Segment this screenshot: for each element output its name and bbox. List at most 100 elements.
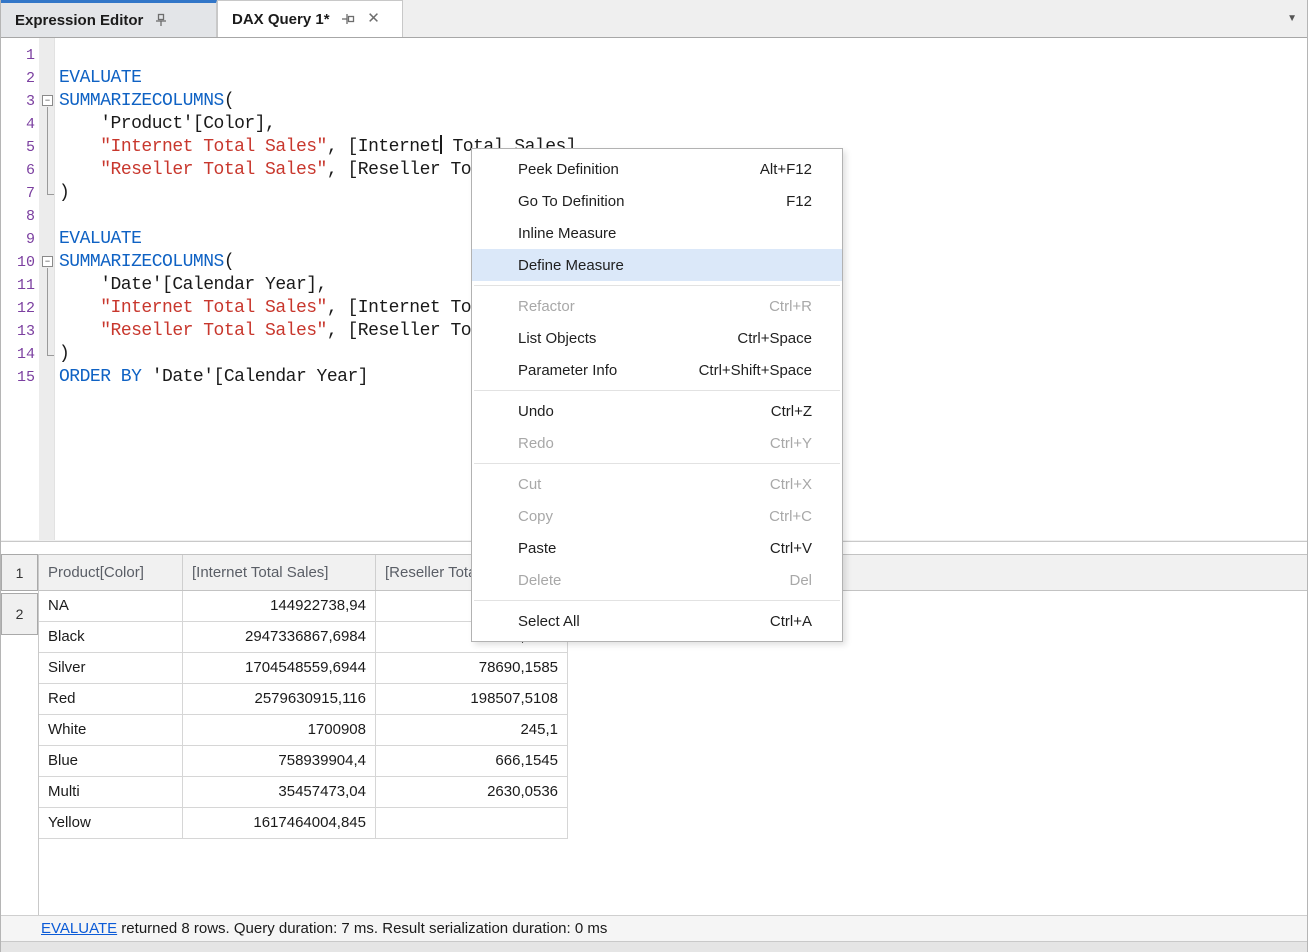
table-cell[interactable]: 2579630915,116 bbox=[183, 684, 376, 714]
menu-item-shortcut: Ctrl+A bbox=[770, 613, 812, 630]
menu-item-shortcut: Ctrl+C bbox=[769, 508, 812, 525]
table-cell[interactable]: 35457473,04 bbox=[183, 777, 376, 807]
fold-collapse-icon[interactable]: − bbox=[42, 256, 53, 267]
line-number: 4 bbox=[1, 113, 35, 136]
code-text: SUMMARIZECOLUMNS( bbox=[59, 90, 234, 113]
line-number: 3 bbox=[1, 90, 35, 113]
menu-item-shortcut: F12 bbox=[786, 193, 812, 210]
status-message: returned 8 rows. Query duration: 7 ms. R… bbox=[117, 920, 607, 937]
menu-item-refactor: RefactorCtrl+R bbox=[472, 290, 842, 322]
table-cell[interactable]: Black bbox=[39, 622, 183, 652]
tab-dax-query-1[interactable]: DAX Query 1* ✕ bbox=[217, 0, 403, 37]
table-cell[interactable]: Red bbox=[39, 684, 183, 714]
menu-item-peek-definition[interactable]: Peek DefinitionAlt+F12 bbox=[472, 153, 842, 185]
code-text: ) bbox=[59, 182, 69, 205]
table-row-multi: Multi35457473,042630,0536 bbox=[39, 777, 568, 808]
menu-item-cut: CutCtrl+X bbox=[472, 468, 842, 500]
menu-item-label: Peek Definition bbox=[518, 161, 619, 178]
menu-item-shortcut: Ctrl+R bbox=[769, 298, 812, 315]
table-row-blue: Blue758939904,4666,1545 bbox=[39, 746, 568, 777]
table-cell[interactable]: Yellow bbox=[39, 808, 183, 838]
line-number: 9 bbox=[1, 228, 35, 251]
table-cell[interactable]: 245,1 bbox=[376, 715, 568, 745]
code-line-2: 2EVALUATE bbox=[1, 67, 1308, 90]
dax-editor-window: Expression Editor DAX Query 1* ✕ ▼ 12EVA… bbox=[0, 0, 1308, 952]
table-cell[interactable]: 666,1545 bbox=[376, 746, 568, 776]
line-number: 1 bbox=[1, 44, 35, 67]
chevron-down-icon[interactable]: ▼ bbox=[1287, 13, 1297, 24]
fold-guide-tick bbox=[47, 355, 54, 356]
menu-item-inline-measure[interactable]: Inline Measure bbox=[472, 217, 842, 249]
menu-item-label: Delete bbox=[518, 572, 561, 589]
table-cell[interactable]: Silver bbox=[39, 653, 183, 683]
code-text: 'Date'[Calendar Year], bbox=[59, 274, 327, 297]
menu-item-parameter-info[interactable]: Parameter Info Ctrl+Shift+Space bbox=[472, 354, 842, 386]
pin-icon[interactable] bbox=[153, 12, 169, 28]
menu-item-shortcut: Ctrl+Space bbox=[737, 330, 812, 347]
code-text: EVALUATE bbox=[59, 228, 141, 251]
table-row-yellow: Yellow1617464004,845 bbox=[39, 808, 568, 839]
table-cell[interactable]: 78690,1585 bbox=[376, 653, 568, 683]
fold-guide-tick bbox=[47, 194, 54, 195]
line-number: 14 bbox=[1, 343, 35, 366]
line-number: 11 bbox=[1, 274, 35, 297]
menu-separator bbox=[474, 600, 840, 601]
table-cell[interactable]: Blue bbox=[39, 746, 183, 776]
evaluate-link[interactable]: EVALUATE bbox=[41, 920, 117, 937]
menu-separator bbox=[474, 463, 840, 464]
tab-expression-editor[interactable]: Expression Editor bbox=[1, 0, 217, 37]
line-number: 10 bbox=[1, 251, 35, 274]
close-icon[interactable]: ✕ bbox=[366, 11, 382, 27]
table-cell[interactable]: White bbox=[39, 715, 183, 745]
table-cell[interactable]: 758939904,4 bbox=[183, 746, 376, 776]
menu-separator bbox=[474, 285, 840, 286]
menu-item-undo[interactable]: Undo Ctrl+Z bbox=[472, 395, 842, 427]
table-cell[interactable]: 1700908 bbox=[183, 715, 376, 745]
table-row-silver: Silver1704548559,694478690,1585 bbox=[39, 653, 568, 684]
menu-item-shortcut: Del bbox=[789, 572, 812, 589]
menu-item-list-objects[interactable]: List ObjectsCtrl+Space bbox=[472, 322, 842, 354]
column-header-1[interactable]: Product[Color] bbox=[39, 555, 183, 590]
fold-collapse-icon[interactable]: − bbox=[42, 95, 53, 106]
line-number: 6 bbox=[1, 159, 35, 182]
menu-item-select-all[interactable]: Select All Ctrl+A bbox=[472, 605, 842, 637]
table-cell[interactable]: Multi bbox=[39, 777, 183, 807]
pin-icon[interactable] bbox=[340, 11, 356, 27]
menu-item-define-measure[interactable]: Define Measure bbox=[472, 249, 842, 281]
table-cell[interactable]: 144922738,94 bbox=[183, 591, 376, 621]
code-line-1: 1 bbox=[1, 44, 1308, 67]
menu-item-copy: Copy Ctrl+C bbox=[472, 500, 842, 532]
line-number: 15 bbox=[1, 366, 35, 389]
status-bar: EVALUATE returned 8 rows. Query duration… bbox=[1, 915, 1308, 941]
table-row-red: Red2579630915,116198507,5108 bbox=[39, 684, 568, 715]
menu-item-delete: Delete Del bbox=[472, 564, 842, 596]
code-text: SUMMARIZECOLUMNS( bbox=[59, 251, 234, 274]
table-cell[interactable] bbox=[376, 808, 568, 838]
table-cell[interactable]: 1704548559,6944 bbox=[183, 653, 376, 683]
result-set-button-1[interactable]: 1 bbox=[1, 554, 38, 591]
menu-item-shortcut: Ctrl+Z bbox=[771, 403, 812, 420]
menu-item-label: Undo bbox=[518, 403, 554, 420]
menu-item-label: Copy bbox=[518, 508, 553, 525]
line-number: 13 bbox=[1, 320, 35, 343]
code-line-3: 3 SUMMARIZECOLUMNS( bbox=[1, 90, 1308, 113]
menu-item-go-to-definition[interactable]: Go To Definition F12 bbox=[472, 185, 842, 217]
menu-item-shortcut: Ctrl+Shift+Space bbox=[699, 362, 812, 379]
line-number: 2 bbox=[1, 67, 35, 90]
table-row-white: White1700908245,1 bbox=[39, 715, 568, 746]
column-header-2[interactable]: [Internet Total Sales] bbox=[183, 555, 376, 590]
fold-guide-line bbox=[47, 107, 48, 194]
table-cell[interactable]: 2630,0536 bbox=[376, 777, 568, 807]
menu-item-label: Go To Definition bbox=[518, 193, 624, 210]
table-cell[interactable]: NA bbox=[39, 591, 183, 621]
tab-strip: Expression Editor DAX Query 1* ✕ ▼ bbox=[1, 0, 1308, 37]
table-cell[interactable]: 2947336867,6984 bbox=[183, 622, 376, 652]
result-set-button-2[interactable]: 2 bbox=[1, 593, 38, 635]
menu-item-redo: RedoCtrl+Y bbox=[472, 427, 842, 459]
code-text: 'Product'[Color], bbox=[59, 113, 275, 136]
table-cell[interactable]: 198507,5108 bbox=[376, 684, 568, 714]
table-cell[interactable]: 1617464004,845 bbox=[183, 808, 376, 838]
menu-item-label: Parameter Info bbox=[518, 362, 617, 379]
menu-item-label: Select All bbox=[518, 613, 580, 630]
menu-item-paste[interactable]: PasteCtrl+V bbox=[472, 532, 842, 564]
